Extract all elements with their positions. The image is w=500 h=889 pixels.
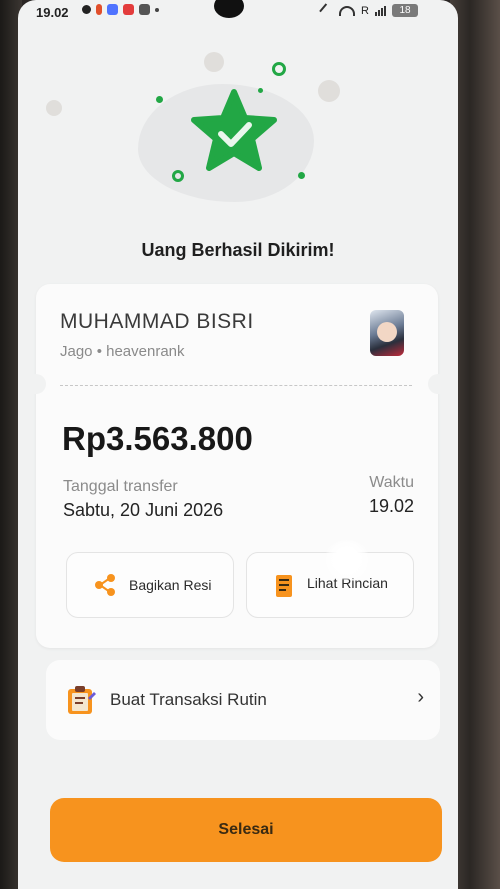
status-time: 19.02 (36, 5, 69, 20)
transfer-amount: Rp3.563.800 (62, 420, 253, 457)
chevron-right-icon: › (417, 686, 424, 708)
carrier-label: R (361, 4, 369, 17)
decor-bubble (46, 100, 62, 116)
share-icon (95, 574, 115, 596)
decor-ring (172, 170, 184, 182)
transfer-time-label: Waktu (369, 474, 414, 491)
share-receipt-button[interactable]: Bagikan Resi (66, 552, 234, 618)
decor-ring (272, 62, 286, 76)
create-routine-transaction-row[interactable]: Buat Transaksi Rutin › (46, 660, 440, 740)
recipient-name: MUHAMMAD BISRI (60, 310, 254, 333)
chat-icon (82, 5, 91, 14)
more-dot-icon (155, 7, 159, 12)
decor-dot (298, 172, 305, 179)
phone-screen: 19.02 R 18 Uang Berhasil Dikirim! MUHAMM… (18, 0, 458, 889)
card-notch-left (26, 374, 46, 394)
success-headline: Uang Berhasil Dikirim! (141, 240, 335, 260)
transfer-date-label: Tanggal transfer (63, 478, 178, 495)
clipboard-icon (68, 686, 96, 714)
front-camera (214, 0, 244, 18)
mute-icon (319, 2, 335, 19)
signal-icon (375, 5, 386, 16)
recipient-avatar (370, 310, 404, 356)
app-icon (107, 4, 118, 15)
app-j-icon (96, 4, 102, 15)
card-notch-right (428, 374, 448, 394)
transfer-time-value: 19.02 (368, 496, 414, 516)
star-check-icon (191, 89, 277, 171)
decor-dot (156, 96, 163, 103)
wifi-icon (339, 5, 356, 16)
status-bar: 19.02 R 18 (18, 0, 458, 26)
recipient-bank: Jago • heavenrank (60, 343, 185, 360)
create-routine-label: Buat Transaksi Rutin (110, 690, 267, 709)
mail-icon (139, 4, 150, 15)
transfer-date-value: Sabtu, 20 Juni 2026 (63, 500, 224, 520)
battery-icon: 18 (392, 4, 418, 17)
receipt-icon (276, 575, 292, 597)
app-red-icon (123, 4, 134, 15)
card-divider (60, 385, 412, 386)
notification-icons (82, 4, 159, 15)
done-button[interactable]: Selesai (50, 798, 442, 862)
status-right: R 18 (319, 2, 418, 19)
share-receipt-label: Bagikan Resi (129, 577, 212, 593)
decor-bubble (204, 52, 224, 72)
decor-bubble (318, 80, 340, 102)
screen-glare (324, 540, 370, 580)
